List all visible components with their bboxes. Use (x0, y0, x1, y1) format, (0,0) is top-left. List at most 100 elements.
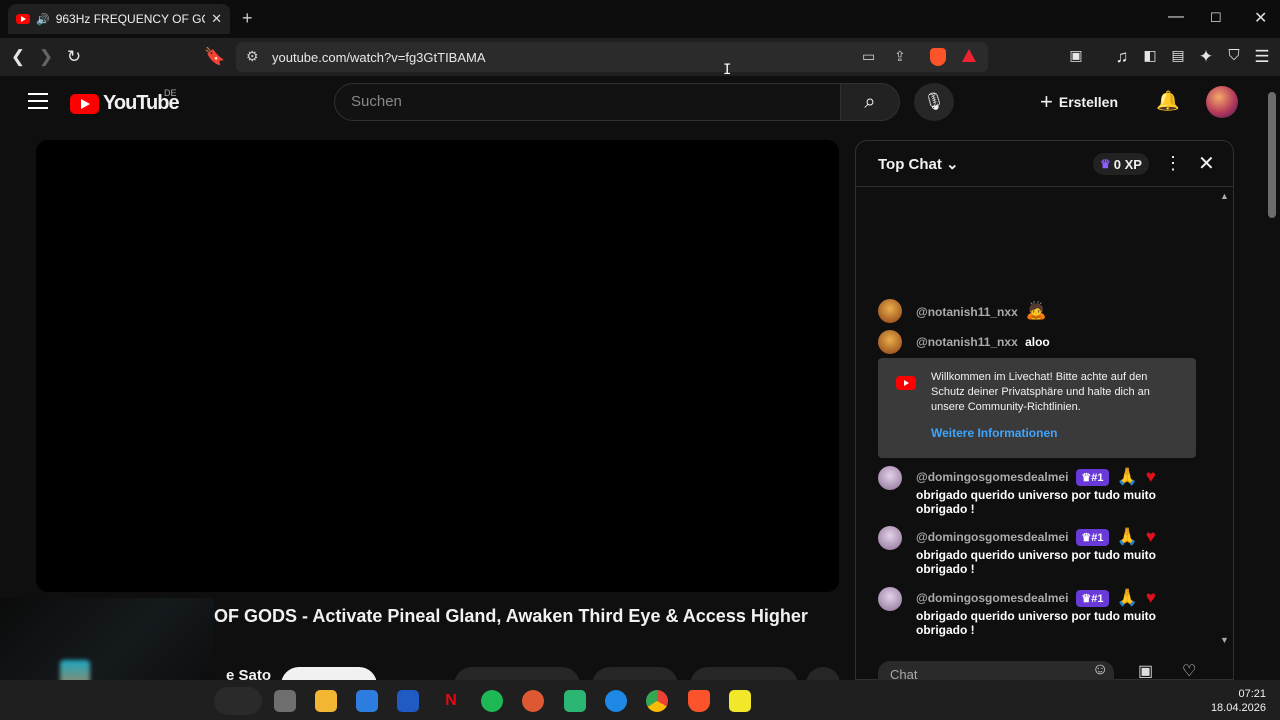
minimize-button[interactable]: — (1168, 8, 1184, 26)
maximize-button[interactable]: ☐ (1210, 10, 1222, 26)
tab-search-icon[interactable]: ▣ (1066, 47, 1086, 64)
duckduckgo-icon[interactable] (522, 690, 544, 712)
search-input[interactable] (351, 93, 821, 110)
praying-hands-icon: 🙏 (1116, 588, 1138, 607)
chat-author[interactable]: @domingosgomesdealmei (916, 470, 1068, 484)
welcome-text: Willkommen im Livechat! Bitte achte auf … (931, 371, 1150, 413)
edge-icon[interactable] (605, 690, 627, 712)
guide-menu-icon[interactable] (28, 93, 48, 114)
back-icon[interactable]: ❮ (8, 47, 28, 67)
scroll-up-icon[interactable]: ▲ (1220, 191, 1229, 201)
avatar[interactable] (878, 299, 902, 323)
chat-text: obrigado querido universo por tudo muito… (916, 488, 1156, 516)
system-clock[interactable]: 07:21 18.04.2026 (1206, 687, 1266, 715)
region-code: DE (164, 88, 177, 98)
account-avatar[interactable] (1206, 86, 1238, 118)
chat-message: @domingosgomesdealmei ♛#1 🙏 ♥ obrigado quer… (878, 466, 1202, 516)
voice-search-button[interactable]: 🎙 (914, 83, 954, 121)
taskbar-search[interactable] (214, 687, 262, 715)
task-view-icon[interactable] (274, 690, 296, 712)
youtube-favicon-icon (16, 14, 30, 24)
chat-author[interactable]: @domingosgomesdealmei (916, 591, 1068, 605)
heart-icon: ♥ (1145, 527, 1156, 546)
crown-icon: ♛ (1100, 157, 1111, 171)
chat-author[interactable]: @notanish11_nxx (916, 335, 1018, 349)
chat-message: @domingosgomesdealmei ♛#1 🙏 ♥ obrigado quer… (878, 587, 1202, 637)
chat-text: obrigado querido universo por tudo muito… (916, 609, 1156, 637)
youtube-play-icon (70, 93, 99, 114)
todo-icon[interactable] (729, 690, 751, 712)
heart-icon: ♥ (1145, 588, 1156, 607)
praying-hands-icon: 🙏 (1116, 527, 1138, 546)
close-window-button[interactable]: ✕ (1254, 8, 1267, 28)
chat-emoji: 🙇 (1025, 301, 1047, 320)
bookmark-icon[interactable]: 🔖 (204, 47, 225, 67)
search-button[interactable]: ⌕ (840, 83, 900, 121)
chrome-icon[interactable] (646, 690, 668, 712)
store-icon[interactable] (356, 690, 378, 712)
brave-rewards-icon[interactable] (962, 49, 976, 62)
tab-title: 963Hz FREQUENCY OF GODS (55, 12, 205, 26)
url-text[interactable]: youtube.com/watch?v=fg3GtTIBAMA (272, 50, 486, 65)
spotify-icon[interactable] (481, 690, 503, 712)
browser-tab-bar: 🔊 963Hz FREQUENCY OF GODS ✕ + — ☐ ✕ (0, 0, 1280, 38)
avatar[interactable] (878, 330, 902, 354)
new-tab-button[interactable]: + (242, 8, 253, 29)
reload-icon[interactable]: ↻ (64, 47, 84, 67)
netflix-icon[interactable]: N (440, 690, 462, 712)
cast-icon[interactable]: ▭ (862, 48, 875, 65)
browser-toolbar: ❮ ❯ ↻ 🔖 ⚙ youtube.com/watch?v=fg3GtTIBAM… (0, 38, 1280, 76)
notifications-bell-icon[interactable]: 🔔 (1156, 89, 1180, 113)
tab-youtube[interactable]: 🔊 963Hz FREQUENCY OF GODS ✕ (8, 4, 230, 34)
menu-icon[interactable]: ☰ (1252, 47, 1272, 67)
chat-message: @notanish11_nxx 🙇 (878, 299, 1047, 323)
youtube-logo[interactable]: YouTube (70, 92, 180, 115)
live-chat-panel: Top Chat ⌄ ♛ 0 XP ⋮ ✕ ▲ @notanish11_nxx 🙇 … (855, 140, 1234, 685)
app-icon[interactable] (564, 690, 586, 712)
brave-shields-icon[interactable] (930, 48, 946, 66)
speaker-icon[interactable]: 🔊 (36, 13, 50, 26)
chat-author[interactable]: @domingosgomesdealmei (916, 530, 1068, 544)
chat-text: obrigado querido universo por tudo muito… (916, 548, 1156, 576)
create-button[interactable]: + Erstellen (1040, 89, 1118, 115)
youtube-icon (896, 376, 916, 390)
address-bar[interactable]: ⚙ youtube.com/watch?v=fg3GtTIBAMA ▭ ⇪ (236, 42, 988, 72)
rank-badge: ♛#1 (1076, 589, 1109, 607)
chat-author[interactable]: @notanish11_nxx (916, 305, 1018, 319)
file-explorer-icon[interactable] (315, 690, 337, 712)
sidebar-icon[interactable]: ◧ (1140, 47, 1160, 64)
share-icon[interactable]: ⇪ (894, 48, 906, 65)
avatar[interactable] (878, 526, 902, 550)
scrollbar-thumb[interactable] (1268, 92, 1276, 218)
word-icon[interactable] (397, 690, 419, 712)
video-player[interactable] (36, 140, 839, 592)
xp-badge[interactable]: ♛ 0 XP (1093, 153, 1149, 175)
wallet-icon[interactable]: ▤ (1168, 47, 1188, 64)
super-chat-icon[interactable]: ▣ (1138, 661, 1153, 681)
page-scrollbar[interactable] (1264, 76, 1280, 680)
emoji-picker-icon[interactable]: ☺ (1092, 661, 1108, 679)
close-chat-icon[interactable]: ✕ (1198, 151, 1215, 176)
scroll-down-icon[interactable]: ▼ (1220, 635, 1229, 645)
windows-taskbar: N 07:21 18.04.2026 (0, 680, 1280, 720)
more-options-icon[interactable]: ⋮ (1164, 153, 1182, 174)
create-label: Erstellen (1058, 94, 1118, 110)
chat-mode-selector[interactable]: Top Chat ⌄ (878, 155, 959, 173)
media-icon[interactable]: ♫ (1112, 47, 1132, 67)
video-title: OF GODS - Activate Pineal Gland, Awaken … (214, 606, 808, 626)
brave-icon[interactable] (688, 690, 710, 712)
search-box[interactable] (334, 83, 841, 121)
clock-time: 07:21 (1238, 688, 1266, 700)
leo-ai-icon[interactable]: ✦ (1196, 47, 1216, 67)
chat-text: aloo (1025, 335, 1050, 349)
more-info-link[interactable]: Weitere Informationen (931, 426, 1057, 440)
forward-icon[interactable]: ❯ (36, 47, 56, 67)
avatar[interactable] (878, 466, 902, 490)
avatar[interactable] (878, 587, 902, 611)
tab-close-icon[interactable]: ✕ (211, 11, 222, 27)
praying-hands-icon: 🙏 (1116, 467, 1138, 486)
chat-message: @notanish11_nxx aloo (878, 330, 1050, 354)
site-settings-icon[interactable]: ⚙ (246, 48, 259, 65)
heart-outline-icon[interactable]: ♡ (1182, 661, 1196, 681)
vpn-icon[interactable]: ⛉ (1224, 47, 1244, 64)
